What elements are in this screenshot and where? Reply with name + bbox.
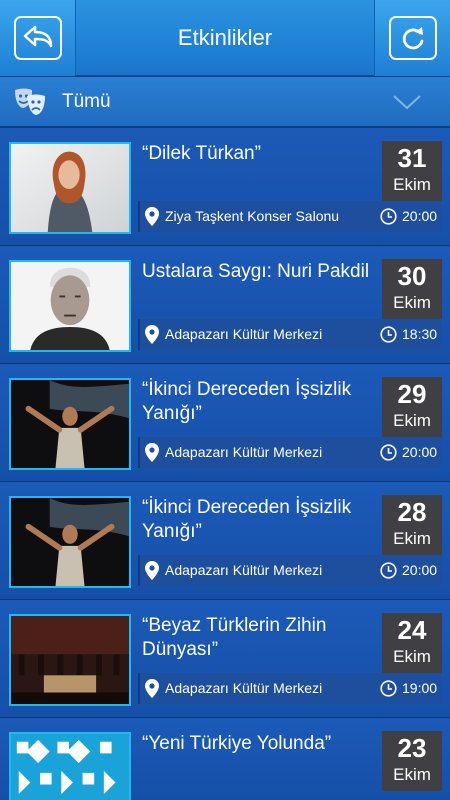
event-venue: Adapazarı Kültür Merkezi [165, 326, 323, 342]
location-pin-icon [145, 561, 159, 580]
event-day: 23 [397, 733, 427, 763]
back-arrow-icon [13, 16, 62, 60]
event-list-item[interactable]: “İkinci Dereceden İşsizlik Yanığı” 29 Ek… [0, 364, 450, 482]
event-month: Ekim [393, 293, 431, 312]
event-day: 30 [397, 261, 427, 291]
event-date-badge: 28 Ekim [382, 495, 442, 555]
event-title: “Beyaz Türklerin Zihin Dünyası” [142, 615, 327, 660]
event-info-bar: Adapazarı Kültür Merkezi 20:00 [138, 555, 442, 586]
chevron-down-icon [393, 95, 421, 110]
event-date-badge: 30 Ekim [382, 259, 442, 319]
event-title: “İkinci Dereceden İşsizlik Yanığı” [142, 497, 352, 542]
event-list-item[interactable]: “Beyaz Türklerin Zihin Dünyası” 24 Ekim … [0, 600, 450, 718]
event-info-bar: Adapazarı Kültür Merkezi 19:00 [138, 673, 442, 704]
clock-icon [380, 680, 397, 697]
clock-icon [380, 208, 397, 225]
clock-icon [380, 444, 397, 461]
location-pin-icon [145, 325, 159, 344]
event-thumbnail [9, 614, 131, 706]
page-title: Etkinlikler [177, 25, 273, 50]
event-month: Ekim [393, 175, 431, 194]
event-day: 31 [397, 143, 427, 173]
event-thumbnail [9, 732, 131, 800]
theater-masks-icon [15, 88, 45, 115]
event-venue: Ziya Taşkent Konser Salonu [165, 208, 340, 224]
event-list-item[interactable]: “İkinci Dereceden İşsizlik Yanığı” 28 Ek… [0, 482, 450, 600]
event-time: 20:00 [402, 208, 438, 224]
event-thumbnail [9, 378, 131, 470]
event-title: “Yeni Türkiye Yolunda” [142, 733, 332, 754]
event-date-badge: 29 Ekim [382, 377, 442, 437]
filter-label: Tümü [62, 91, 111, 112]
clock-icon [380, 326, 397, 343]
event-venue: Adapazarı Kültür Merkezi [165, 444, 323, 460]
refresh-button[interactable] [374, 0, 450, 76]
event-time: 20:00 [402, 562, 438, 578]
event-thumbnail [9, 496, 131, 588]
event-title: “Dilek Türkan” [142, 143, 261, 164]
location-pin-icon [145, 207, 159, 226]
event-time: 19:00 [402, 680, 438, 696]
event-day: 24 [397, 615, 427, 645]
refresh-icon [388, 16, 437, 60]
event-day: 29 [397, 379, 427, 409]
event-time: 18:30 [402, 326, 438, 342]
event-venue: Adapazarı Kültür Merkezi [165, 680, 323, 696]
event-day: 28 [397, 497, 427, 527]
event-date-badge: 31 Ekim [382, 141, 442, 201]
event-month: Ekim [393, 529, 431, 548]
event-date-badge: 23 Ekim [382, 731, 442, 791]
event-list-item[interactable]: “Dilek Türkan” 31 Ekim Ziya Taşkent Kons… [0, 128, 450, 246]
event-month: Ekim [393, 765, 431, 784]
event-venue: Adapazarı Kültür Merkezi [165, 562, 323, 578]
event-info-bar: Adapazarı Kültür Merkezi 18:30 [138, 319, 442, 350]
event-list-item[interactable]: “Yeni Türkiye Yolunda” 23 Ekim [0, 718, 450, 800]
event-title: Ustalara Saygı: Nuri Pakdil [142, 261, 370, 282]
clock-icon [380, 562, 397, 579]
back-button[interactable] [0, 0, 76, 76]
event-thumbnail [9, 260, 131, 352]
event-date-badge: 24 Ekim [382, 613, 442, 673]
event-info-bar: Ziya Taşkent Konser Salonu 20:00 [138, 201, 442, 232]
app-header: Etkinlikler [0, 0, 450, 76]
location-pin-icon [145, 443, 159, 462]
event-title: “İkinci Dereceden İşsizlik Yanığı” [142, 379, 352, 424]
category-filter-dropdown[interactable]: Tümü [0, 77, 450, 127]
event-list-item[interactable]: Ustalara Saygı: Nuri Pakdil 30 Ekim Adap… [0, 246, 450, 364]
event-info-bar: Adapazarı Kültür Merkezi 20:00 [138, 437, 442, 468]
location-pin-icon [145, 679, 159, 698]
event-thumbnail [9, 142, 131, 234]
event-time: 20:00 [402, 444, 438, 460]
event-month: Ekim [393, 647, 431, 666]
event-month: Ekim [393, 411, 431, 430]
